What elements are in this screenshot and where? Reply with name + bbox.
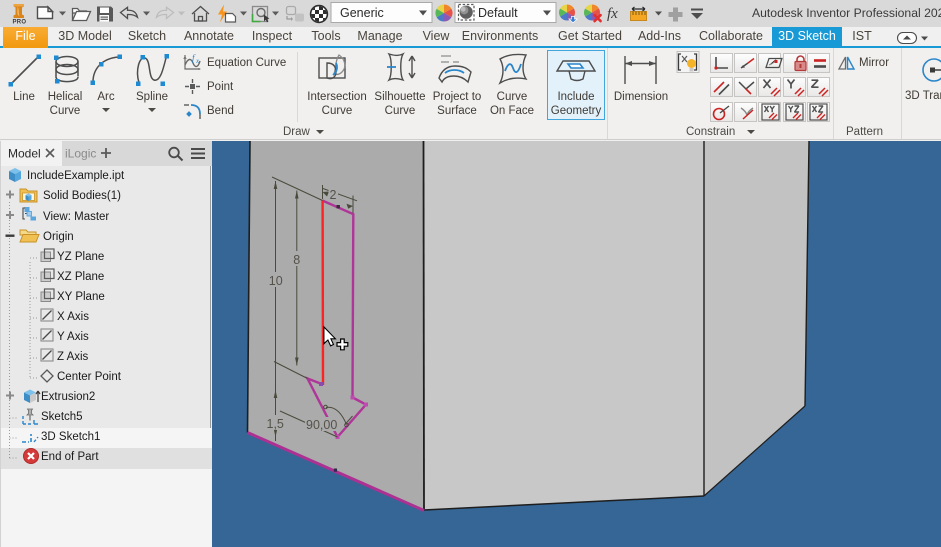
svg-text:Model: Model xyxy=(8,147,41,161)
svg-text:Default: Default xyxy=(478,6,518,20)
svg-text:10: 10 xyxy=(269,274,283,288)
svg-text:iLogic: iLogic xyxy=(65,147,96,161)
svg-text:Generic: Generic xyxy=(340,6,384,20)
svg-text:PRO: PRO xyxy=(13,20,27,26)
svg-text:90,00: 90,00 xyxy=(306,418,337,432)
svg-text:fx: fx xyxy=(607,6,618,22)
svg-text:8: 8 xyxy=(293,253,300,267)
svg-text:2: 2 xyxy=(330,188,337,202)
svg-text:1,5: 1,5 xyxy=(267,417,284,431)
